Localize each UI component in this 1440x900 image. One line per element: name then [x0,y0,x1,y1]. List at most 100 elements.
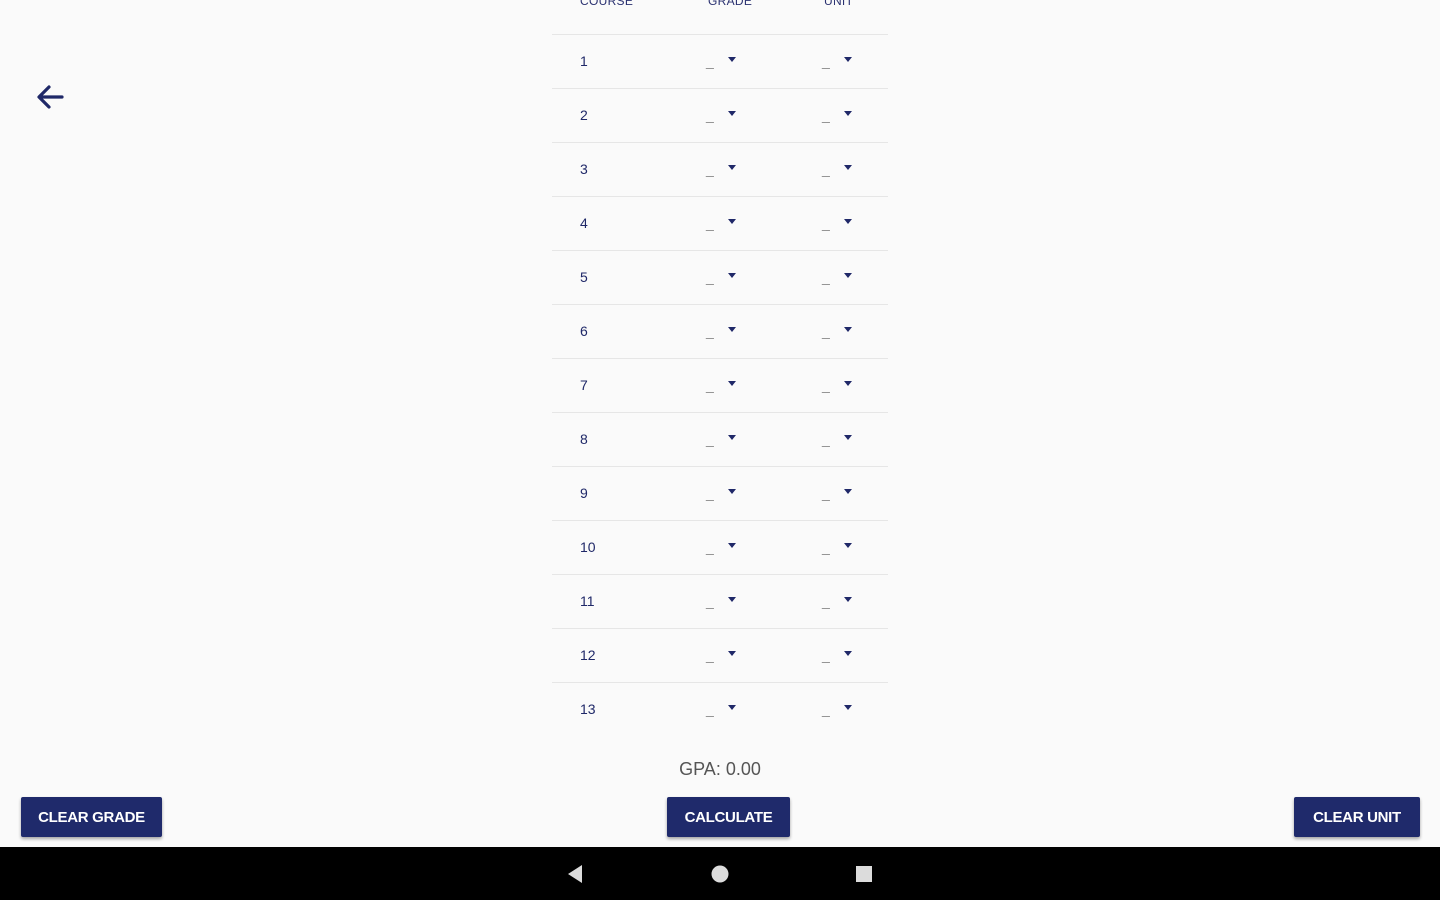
grade-value: _ [706,269,714,285]
table-row: 9 _ _ [552,467,888,521]
unit-value: _ [822,701,830,717]
grade-value: _ [706,53,714,69]
grade-dropdown[interactable]: _ [704,699,744,721]
grade-dropdown[interactable]: _ [704,645,744,667]
table-row: 5 _ _ [552,251,888,305]
grade-dropdown[interactable]: _ [704,267,744,289]
grade-value: _ [706,485,714,501]
caret-down-icon [844,651,852,656]
caret-down-icon [728,651,736,656]
grade-dropdown[interactable]: _ [704,537,744,559]
course-number: 12 [580,647,596,663]
caret-down-icon [844,705,852,710]
grade-value: _ [706,647,714,663]
unit-dropdown[interactable]: _ [820,321,860,343]
table-row: 13 _ _ [552,683,888,736]
caret-down-icon [844,489,852,494]
table-row: 10 _ _ [552,521,888,575]
grade-value: _ [706,161,714,177]
caret-down-icon [728,381,736,386]
caret-down-icon [728,219,736,224]
unit-dropdown[interactable]: _ [820,267,860,289]
unit-value: _ [822,485,830,501]
unit-dropdown[interactable]: _ [820,51,860,73]
unit-value: _ [822,107,830,123]
unit-dropdown[interactable]: _ [820,483,860,505]
caret-down-icon [728,597,736,602]
caret-down-icon [728,327,736,332]
table-row: 4 _ _ [552,197,888,251]
course-number: 8 [580,431,588,447]
unit-value: _ [822,647,830,663]
table-row: 6 _ _ [552,305,888,359]
gpa-calculator-screen: COURSE GRADE UNIT 1 _ _ 2 _ _ 3 _ _ 4 _ _ 5 _ _ 6 _ _ 7 _ _ 8… [0,0,1440,900]
caret-down-icon [844,219,852,224]
course-number: 1 [580,53,588,69]
grade-dropdown[interactable]: _ [704,375,744,397]
table-row: 3 _ _ [552,143,888,197]
unit-dropdown[interactable]: _ [820,213,860,235]
calculate-button[interactable]: CALCULATE [667,797,790,837]
nav-home-icon[interactable] [705,859,735,889]
grade-dropdown[interactable]: _ [704,213,744,235]
caret-down-icon [844,597,852,602]
unit-dropdown[interactable]: _ [820,537,860,559]
caret-down-icon [728,705,736,710]
grade-value: _ [706,323,714,339]
grade-value: _ [706,107,714,123]
unit-dropdown[interactable]: _ [820,159,860,181]
unit-value: _ [822,323,830,339]
caret-down-icon [728,165,736,170]
table-row: 1 _ _ [552,35,888,89]
course-number: 6 [580,323,588,339]
caret-down-icon [844,543,852,548]
clear-unit-button[interactable]: CLEAR UNIT [1294,797,1420,837]
course-number: 11 [580,593,595,609]
grade-dropdown[interactable]: _ [704,105,744,127]
clear-grade-button[interactable]: CLEAR GRADE [21,797,162,837]
grade-dropdown[interactable]: _ [704,51,744,73]
grade-value: _ [706,593,714,609]
course-table: COURSE GRADE UNIT 1 _ _ 2 _ _ 3 _ _ 4 _ _ 5 _ _ 6 _ _ 7 _ _ 8… [552,0,888,736]
caret-down-icon [728,57,736,62]
nav-back-icon[interactable] [560,859,590,889]
grade-dropdown[interactable]: _ [704,159,744,181]
nav-recent-apps-icon[interactable] [849,859,879,889]
unit-dropdown[interactable]: _ [820,591,860,613]
grade-value: _ [706,377,714,393]
table-row: 7 _ _ [552,359,888,413]
grade-value: _ [706,431,714,447]
course-number: 10 [580,539,596,555]
table-row: 12 _ _ [552,629,888,683]
caret-down-icon [844,273,852,278]
unit-value: _ [822,377,830,393]
column-header-grade: GRADE [708,0,753,8]
back-arrow-icon[interactable] [30,78,70,118]
unit-dropdown[interactable]: _ [820,699,860,721]
grade-value: _ [706,539,714,555]
system-navigation-bar [0,847,1440,900]
table-row: 11 _ _ [552,575,888,629]
grade-dropdown[interactable]: _ [704,591,744,613]
grade-value: _ [706,701,714,717]
grade-dropdown[interactable]: _ [704,321,744,343]
caret-down-icon [844,57,852,62]
unit-value: _ [822,431,830,447]
caret-down-icon [728,273,736,278]
caret-down-icon [728,543,736,548]
caret-down-icon [844,111,852,116]
unit-dropdown[interactable]: _ [820,375,860,397]
column-header-unit: UNIT [824,0,854,8]
caret-down-icon [844,165,852,170]
course-number: 9 [580,485,588,501]
unit-dropdown[interactable]: _ [820,429,860,451]
unit-dropdown[interactable]: _ [820,105,860,127]
unit-value: _ [822,539,830,555]
grade-dropdown[interactable]: _ [704,483,744,505]
gpa-result: GPA: 0.00 [679,759,761,779]
grade-dropdown[interactable]: _ [704,429,744,451]
course-number: 7 [580,377,588,393]
caret-down-icon [728,489,736,494]
grade-value: _ [706,215,714,231]
unit-dropdown[interactable]: _ [820,645,860,667]
